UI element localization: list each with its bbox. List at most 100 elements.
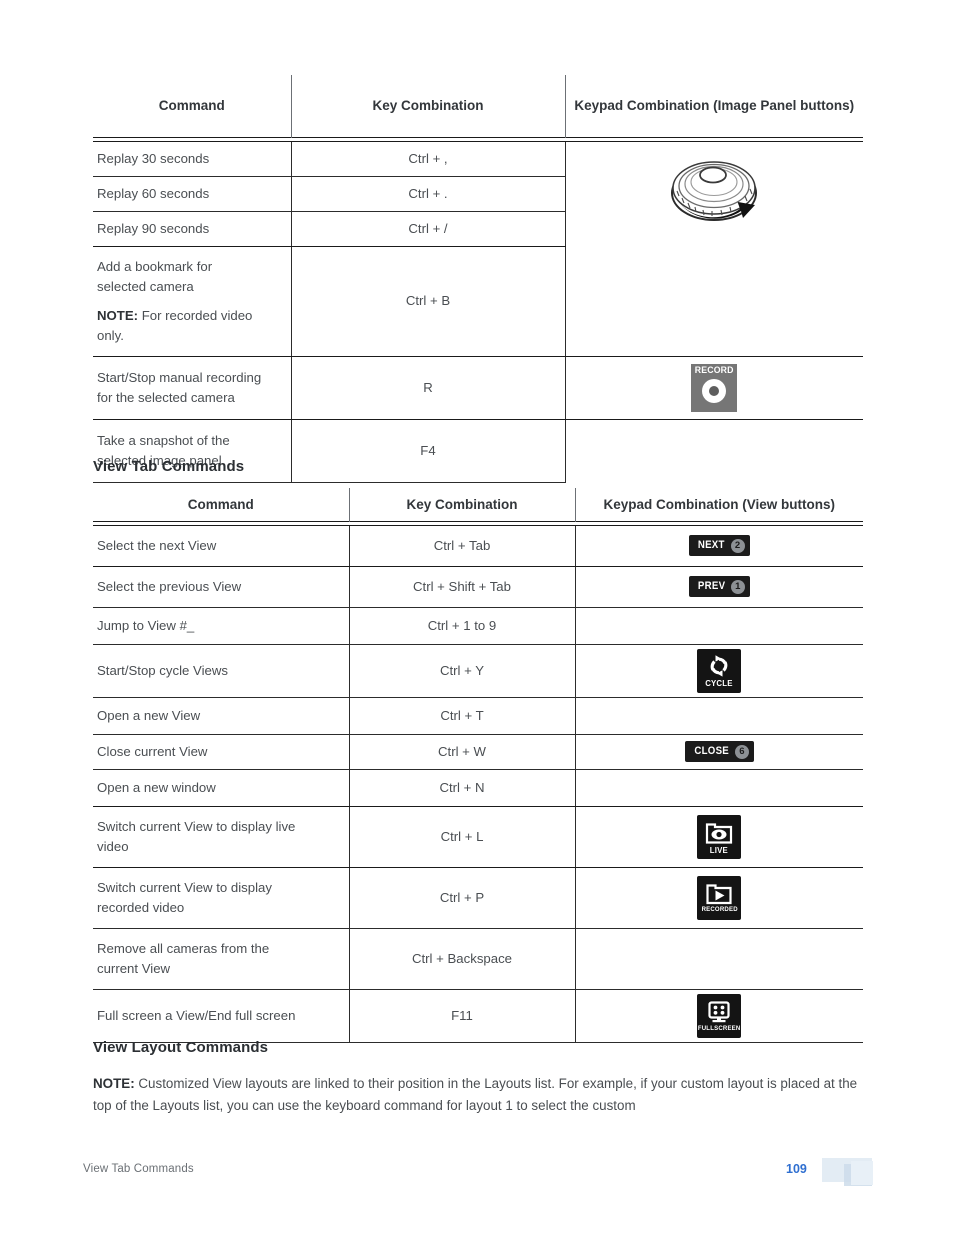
- image-panel-commands-table-wrapper: Command Key Combination Keypad Combinati…: [93, 75, 863, 484]
- cell-command-line2: recorded video: [97, 900, 185, 916]
- cell-command: Open a new View: [93, 697, 350, 735]
- line-spacer: [97, 297, 281, 306]
- cell-keypad-recorded: RECORDED: [575, 867, 863, 930]
- note-label: NOTE:: [93, 1076, 135, 1091]
- cell-keypad-empty: [565, 246, 863, 357]
- cell-key-combination: F11: [349, 989, 576, 1044]
- section-heading-view-tab-commands: View Tab Commands: [93, 458, 245, 475]
- live-button-label: LIVE: [710, 844, 729, 855]
- cell-command: Start/Stop manual recording for the sele…: [93, 356, 292, 421]
- cell-keypad-close: CLOSE 6: [575, 734, 863, 770]
- cell-command-line1: Switch current View to display live: [97, 818, 296, 834]
- column-header-key-combination: Key Combination: [290, 75, 565, 137]
- next-button-label: NEXT: [697, 539, 725, 552]
- cell-command: Close current View: [93, 734, 350, 770]
- table-row: Jump to View #_ Ctrl + 1 to 9: [93, 607, 863, 645]
- close-button-label: CLOSE: [693, 745, 729, 758]
- image-panel-commands-table: Command Key Combination Keypad Combinati…: [93, 75, 863, 484]
- table-row: Open a new window Ctrl + N: [93, 769, 863, 807]
- cell-command: Remove all cameras from the current View: [93, 928, 350, 991]
- fullscreen-button-label: FULLSCREEN: [697, 1024, 741, 1032]
- cell-command-line1: Start/Stop manual recording: [97, 369, 262, 385]
- cell-keypad-empty: [575, 607, 863, 645]
- next-button-number: 2: [730, 538, 745, 553]
- live-button-icon: LIVE: [697, 814, 742, 859]
- prev-button-icon: PREV 1: [688, 576, 750, 598]
- cell-command-line1: Remove all cameras from the: [97, 941, 270, 957]
- record-dot-inner: [709, 386, 720, 397]
- cell-key-combination: Ctrl + 1 to 9: [349, 607, 576, 645]
- cell-command: Start/Stop cycle Views: [93, 644, 350, 698]
- cell-command: Replay 90 seconds: [93, 211, 292, 247]
- next-button-icon: NEXT 2: [688, 535, 750, 557]
- footer-decoration-block-3: [851, 1161, 873, 1185]
- cell-key-combination: Ctrl + B: [291, 246, 566, 357]
- cell-keypad-prev: PREV 1: [575, 566, 863, 608]
- table-row: Switch current View to display live vide…: [93, 806, 863, 869]
- cell-keypad-live: LIVE: [575, 806, 863, 869]
- cell-command-line1: Add a bookmark for: [97, 258, 213, 274]
- cell-key-combination: R: [291, 356, 566, 421]
- cell-key-combination: F4: [291, 419, 566, 484]
- cell-command-line1: Take a snapshot of the: [97, 433, 230, 449]
- cell-keypad-record: RECORD: [565, 356, 863, 421]
- column-header-key-combination: Key Combination: [348, 488, 575, 521]
- record-dot-outer: [702, 379, 727, 404]
- cell-command: Full screen a View/End full screen: [93, 989, 350, 1044]
- document-page: Command Key Combination Keypad Combinati…: [0, 0, 954, 1235]
- table-row: Open a new View Ctrl + T: [93, 697, 863, 735]
- prev-button-label: PREV: [697, 580, 725, 593]
- cell-key-combination: Ctrl + ,: [291, 141, 566, 177]
- cell-command: Replay 30 seconds: [93, 141, 292, 177]
- cell-command: Select the previous View: [93, 566, 350, 608]
- column-header-command: Command: [187, 496, 254, 512]
- cell-keypad-empty: [575, 697, 863, 735]
- cell-key-combination: Ctrl + L: [349, 806, 576, 869]
- cell-command: Switch current View to display recorded …: [93, 867, 350, 930]
- recorded-button-icon: RECORDED: [697, 876, 742, 921]
- cell-keypad-cycle: CYCLE: [575, 644, 863, 698]
- cell-keypad-empty: [565, 420, 863, 483]
- cell-command-line2: current View: [97, 961, 171, 977]
- record-button-label: RECORD: [694, 365, 734, 376]
- cycle-button-icon: CYCLE: [697, 648, 742, 693]
- record-button-icon: RECORD: [691, 364, 738, 412]
- cell-key-combination: Ctrl + Y: [349, 644, 576, 698]
- table-row: Replay 30 seconds Ctrl + ,: [93, 141, 863, 221]
- cell-command: Replay 60 seconds: [93, 176, 292, 212]
- view-tab-commands-table-wrapper: Command Key Combination Keypad Combinati…: [93, 488, 863, 1044]
- table-row: Full screen a View/End full screen F11 F…: [93, 989, 863, 1044]
- cell-command: Open a new window: [93, 769, 350, 807]
- cell-keypad-empty: [575, 928, 863, 991]
- cell-command-line2: for the selected camera: [97, 390, 235, 405]
- close-button-icon: CLOSE 6: [684, 741, 754, 763]
- column-header-keypad-combination: Keypad Combination (View buttons): [574, 488, 863, 521]
- view-tab-commands-table: Command Key Combination Keypad Combinati…: [93, 488, 863, 1044]
- view-layout-note-paragraph: NOTE: Customized View layouts are linked…: [93, 1073, 865, 1117]
- table-row: Switch current View to display recorded …: [93, 867, 863, 930]
- cell-keypad-next: NEXT 2: [575, 525, 863, 567]
- cell-keypad-empty: [575, 769, 863, 807]
- column-header-keypad-combination: Keypad Combination (Image Panel buttons): [564, 75, 863, 137]
- cell-key-combination: Ctrl + /: [291, 211, 566, 247]
- recorded-button-label: RECORDED: [701, 906, 738, 914]
- note-text: Customized View layouts are linked to th…: [93, 1076, 858, 1113]
- table-row: Remove all cameras from the current View…: [93, 928, 863, 991]
- prev-button-number: 1: [730, 579, 745, 594]
- cell-key-combination: Ctrl + N: [349, 769, 576, 807]
- cell-key-combination: Ctrl + Shift + Tab: [349, 566, 576, 608]
- column-header-command: Command: [158, 98, 225, 114]
- section-heading-view-layout-commands: View Layout Commands: [93, 1039, 269, 1056]
- fullscreen-button-icon: FULLSCREEN: [697, 994, 742, 1039]
- table-header-row: Command Key Combination Keypad Combinati…: [93, 488, 863, 521]
- cell-keypad-jog-dial: [565, 141, 863, 246]
- table-row: Close current View Ctrl + W CLOSE 6: [93, 734, 863, 770]
- cell-command-line1: Switch current View to display: [97, 880, 272, 895]
- cell-command: Jump to View #_: [93, 607, 350, 645]
- footer-page-number: 109: [786, 1162, 807, 1176]
- cell-command: Select the next View: [93, 525, 350, 567]
- cell-key-combination: Ctrl + P: [349, 867, 576, 930]
- close-button-number: 6: [734, 744, 749, 759]
- cell-key-combination: Ctrl + .: [291, 176, 566, 212]
- table-row: Select the previous View Ctrl + Shift + …: [93, 566, 863, 608]
